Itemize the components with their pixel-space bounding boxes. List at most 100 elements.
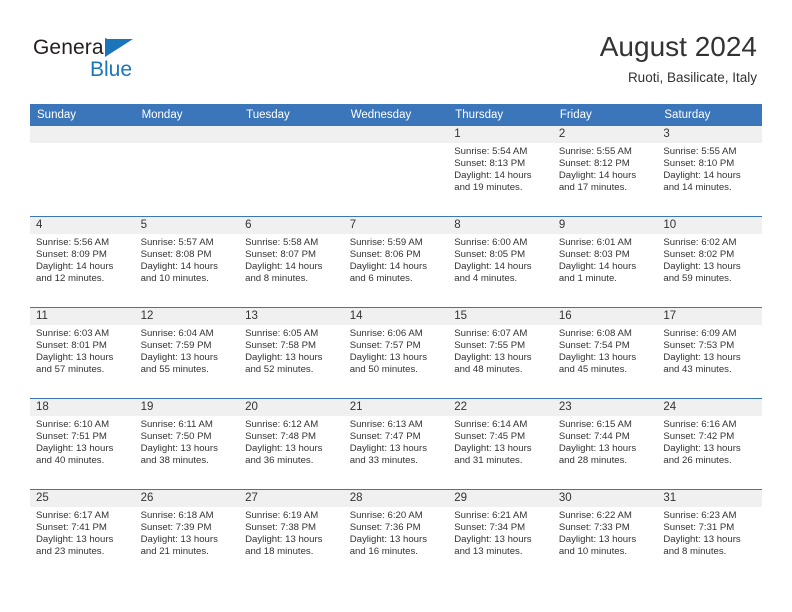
calendar-day-cell[interactable]: 27 Sunrise: 6:19 AM Sunset: 7:38 PM Dayligh… bbox=[239, 489, 344, 580]
day-cell-inner: 19 Sunrise: 6:11 AM Sunset: 7:50 PM Dayligh… bbox=[134, 399, 240, 489]
day-cell-inner: 12 Sunrise: 6:04 AM Sunset: 7:59 PM Dayligh… bbox=[134, 308, 240, 398]
location-subtitle: Ruoti, Basilicate, Italy bbox=[627, 70, 757, 85]
day-number: 20 bbox=[239, 399, 344, 416]
day-cell-inner: 20 Sunrise: 6:12 AM Sunset: 7:48 PM Dayligh… bbox=[239, 399, 344, 489]
calendar-day-cell[interactable]: 12 Sunrise: 6:04 AM Sunset: 7:59 PM Dayligh… bbox=[134, 307, 240, 399]
day-cell-inner bbox=[343, 126, 449, 216]
calendar-day-cell[interactable]: 28 Sunrise: 6:20 AM Sunset: 7:36 PM Dayligh… bbox=[343, 489, 449, 580]
sunrise-text: Sunrise: 6:21 AM bbox=[454, 510, 528, 521]
calendar-day-cell[interactable]: 3 Sunrise: 5:55 AM Sunset: 8:10 PM Daylight… bbox=[657, 126, 762, 217]
calendar-day-cell[interactable]: 24 Sunrise: 6:16 AM Sunset: 7:42 PM Dayligh… bbox=[657, 398, 762, 490]
calendar-day-cell[interactable]: 14 Sunrise: 6:06 AM Sunset: 7:57 PM Dayligh… bbox=[343, 307, 449, 399]
daylight-text-line1: Daylight: 13 hours bbox=[245, 352, 323, 364]
calendar-day-cell[interactable]: 30 Sunrise: 6:22 AM Sunset: 7:33 PM Dayligh… bbox=[552, 489, 658, 580]
calendar-day-cell[interactable]: 29 Sunrise: 6:21 AM Sunset: 7:34 PM Dayligh… bbox=[448, 489, 553, 580]
brand-logo[interactable]: General Blue bbox=[33, 36, 213, 84]
calendar-day-cell[interactable]: 20 Sunrise: 6:12 AM Sunset: 7:48 PM Dayligh… bbox=[239, 398, 344, 490]
day-number: 10 bbox=[657, 217, 762, 234]
calendar-header-row: Sunday Monday Tuesday Wednesday Thursday… bbox=[30, 104, 762, 126]
daylight-text-line1: Daylight: 13 hours bbox=[36, 534, 114, 546]
calendar-day-cell[interactable]: 31 Sunrise: 6:23 AM Sunset: 7:31 PM Dayligh… bbox=[657, 489, 762, 580]
calendar-week-row: 4 Sunrise: 5:56 AM Sunset: 8:09 PM Daylight… bbox=[30, 216, 762, 308]
calendar-day-cell[interactable]: 1 Sunrise: 5:54 AM Sunset: 8:13 PM Daylight… bbox=[448, 126, 553, 217]
calendar-day-cell[interactable]: 16 Sunrise: 6:08 AM Sunset: 7:54 PM Dayligh… bbox=[552, 307, 658, 399]
daylight-text-line2: and 18 minutes. bbox=[245, 546, 314, 558]
calendar-day-cell[interactable]: 10 Sunrise: 6:02 AM Sunset: 8:02 PM Dayligh… bbox=[657, 216, 762, 308]
daylight-text-line2: and 16 minutes. bbox=[349, 546, 418, 558]
calendar-day-cell[interactable]: 18 Sunrise: 6:10 AM Sunset: 7:51 PM Dayligh… bbox=[30, 398, 135, 490]
sunrise-text: Sunrise: 6:23 AM bbox=[663, 510, 737, 521]
day-details: Sunrise: 5:58 AM Sunset: 8:07 PM Daylight:… bbox=[239, 234, 344, 285]
day-cell-inner bbox=[134, 126, 240, 216]
calendar-day-cell[interactable]: 8 Sunrise: 6:00 AM Sunset: 8:05 PM Daylight… bbox=[448, 216, 553, 308]
daylight-text-line2: and 40 minutes. bbox=[36, 455, 105, 467]
sunset-text: Sunset: 7:54 PM bbox=[558, 340, 630, 352]
calendar-week-row: 1 Sunrise: 5:54 AM Sunset: 8:13 PM Daylight… bbox=[30, 126, 762, 217]
day-number: 1 bbox=[448, 126, 553, 143]
day-cell-inner: 1 Sunrise: 5:54 AM Sunset: 8:13 PM Daylight… bbox=[448, 126, 553, 216]
calendar-day-cell[interactable]: 13 Sunrise: 6:05 AM Sunset: 7:58 PM Dayligh… bbox=[239, 307, 344, 399]
title-block: August 2024 Ruoti, Basilicate, Italy bbox=[600, 30, 757, 88]
sunrise-text: Sunrise: 6:17 AM bbox=[36, 510, 110, 521]
calendar-day-cell[interactable]: 23 Sunrise: 6:15 AM Sunset: 7:44 PM Dayligh… bbox=[552, 398, 658, 490]
calendar-day-cell[interactable]: 22 Sunrise: 6:14 AM Sunset: 7:45 PM Dayligh… bbox=[448, 398, 553, 490]
weekday-header-tuesday: Tuesday bbox=[239, 104, 344, 126]
day-number: 13 bbox=[239, 308, 344, 325]
daylight-text-line2: and 1 minute. bbox=[558, 273, 617, 285]
calendar-day-cell[interactable]: 5 Sunrise: 5:57 AM Sunset: 8:08 PM Daylight… bbox=[134, 216, 240, 308]
day-number: 19 bbox=[134, 399, 240, 416]
weekday-header-monday: Monday bbox=[134, 104, 240, 126]
brand-name-blue: Blue bbox=[90, 58, 133, 81]
day-cell-inner: 15 Sunrise: 6:07 AM Sunset: 7:55 PM Dayligh… bbox=[448, 308, 553, 398]
day-number: 4 bbox=[30, 217, 135, 234]
sunrise-text: Sunrise: 6:07 AM bbox=[454, 328, 528, 339]
sunset-text: Sunset: 7:53 PM bbox=[663, 340, 735, 352]
day-number: 23 bbox=[552, 399, 658, 416]
daylight-text-line1: Daylight: 13 hours bbox=[558, 534, 637, 546]
daylight-text-line1: Daylight: 13 hours bbox=[454, 534, 532, 546]
sunset-text: Sunset: 8:13 PM bbox=[454, 158, 526, 170]
day-details: Sunrise: 6:01 AM Sunset: 8:03 PM Daylight:… bbox=[553, 234, 658, 285]
sunrise-text: Sunrise: 6:05 AM bbox=[245, 328, 319, 339]
sunrise-text: Sunrise: 6:22 AM bbox=[558, 510, 632, 521]
day-details: Sunrise: 6:08 AM Sunset: 7:54 PM Daylight:… bbox=[553, 325, 658, 376]
calendar-day-cell[interactable]: 2 Sunrise: 5:55 AM Sunset: 8:12 PM Daylight… bbox=[552, 126, 658, 217]
calendar-day-cell[interactable]: 7 Sunrise: 5:59 AM Sunset: 8:06 PM Daylight… bbox=[343, 216, 449, 308]
day-number: 6 bbox=[239, 217, 344, 234]
day-details: Sunrise: 6:02 AM Sunset: 8:02 PM Daylight:… bbox=[657, 234, 762, 285]
day-cell-inner: 3 Sunrise: 5:55 AM Sunset: 8:10 PM Daylight… bbox=[657, 126, 762, 216]
calendar-day-cell[interactable]: 21 Sunrise: 6:13 AM Sunset: 7:47 PM Dayligh… bbox=[343, 398, 449, 490]
day-number: 12 bbox=[134, 308, 240, 325]
daylight-text-line2: and 50 minutes. bbox=[349, 364, 418, 376]
calendar-day-cell[interactable]: 17 Sunrise: 6:09 AM Sunset: 7:53 PM Dayligh… bbox=[657, 307, 762, 399]
sunset-text: Sunset: 8:09 PM bbox=[36, 249, 107, 261]
daylight-text-line1: Daylight: 13 hours bbox=[663, 352, 741, 364]
calendar-week-row: 18 Sunrise: 6:10 AM Sunset: 7:51 PM Dayligh… bbox=[30, 398, 762, 490]
calendar-day-cell[interactable]: 11 Sunrise: 6:03 AM Sunset: 8:01 PM Dayligh… bbox=[30, 307, 135, 399]
sunset-text: Sunset: 8:08 PM bbox=[140, 249, 212, 261]
daylight-text-line1: Daylight: 14 hours bbox=[558, 170, 637, 182]
calendar-day-cell[interactable]: 9 Sunrise: 6:01 AM Sunset: 8:03 PM Daylight… bbox=[552, 216, 658, 308]
day-number: 11 bbox=[30, 308, 135, 325]
day-number bbox=[134, 126, 240, 143]
sunset-text: Sunset: 8:12 PM bbox=[558, 158, 630, 170]
sunset-text: Sunset: 8:07 PM bbox=[245, 249, 317, 261]
day-cell-inner: 31 Sunrise: 6:23 AM Sunset: 7:31 PM Dayligh… bbox=[657, 490, 762, 580]
sunrise-text: Sunrise: 5:54 AM bbox=[454, 146, 528, 157]
calendar-day-cell[interactable]: 6 Sunrise: 5:58 AM Sunset: 8:07 PM Daylight… bbox=[239, 216, 344, 308]
day-cell-inner bbox=[239, 126, 344, 216]
daylight-text-line2: and 10 minutes. bbox=[140, 273, 209, 285]
calendar-day-cell[interactable]: 4 Sunrise: 5:56 AM Sunset: 8:09 PM Daylight… bbox=[30, 216, 135, 308]
daylight-text-line2: and 26 minutes. bbox=[663, 455, 732, 467]
sunrise-text: Sunrise: 6:20 AM bbox=[349, 510, 423, 521]
calendar-grid: Sunday Monday Tuesday Wednesday Thursday… bbox=[30, 104, 762, 580]
calendar-day-cell[interactable]: 15 Sunrise: 6:07 AM Sunset: 7:55 PM Dayligh… bbox=[448, 307, 553, 399]
calendar-day-cell[interactable]: 26 Sunrise: 6:18 AM Sunset: 7:39 PM Dayligh… bbox=[134, 489, 240, 580]
day-number: 30 bbox=[552, 490, 658, 507]
calendar-page: General Blue August 2024 Ruoti, Basilica… bbox=[0, 0, 792, 612]
day-details: Sunrise: 6:14 AM Sunset: 7:45 PM Daylight:… bbox=[448, 416, 553, 467]
day-number bbox=[343, 126, 449, 143]
calendar-day-cell[interactable]: 25 Sunrise: 6:17 AM Sunset: 7:41 PM Dayligh… bbox=[30, 489, 135, 580]
calendar-day-cell[interactable]: 19 Sunrise: 6:11 AM Sunset: 7:50 PM Dayligh… bbox=[134, 398, 240, 490]
day-details: Sunrise: 6:17 AM Sunset: 7:41 PM Daylight:… bbox=[30, 507, 135, 558]
